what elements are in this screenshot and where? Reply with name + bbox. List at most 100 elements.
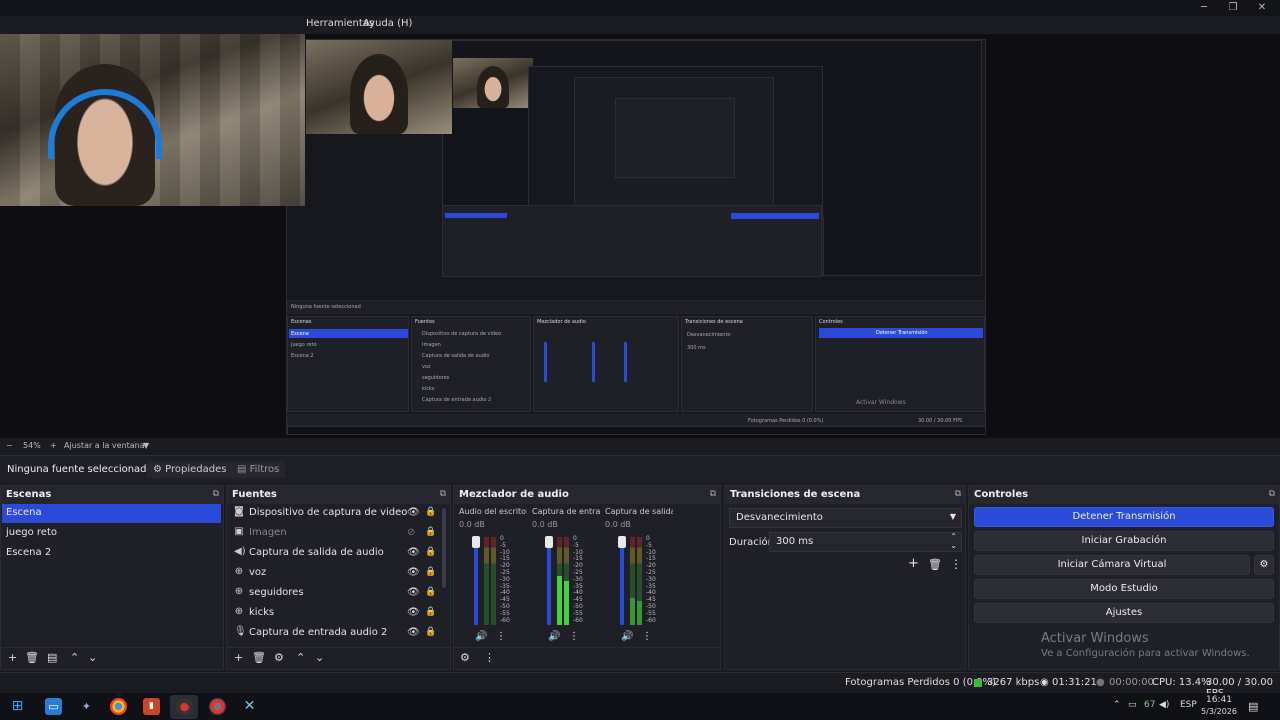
scene-item-escena[interactable]: Escena bbox=[2, 504, 221, 523]
chrome-icon[interactable] bbox=[110, 698, 127, 715]
chevron-down-icon[interactable]: ▼ bbox=[143, 441, 149, 450]
duration-input[interactable]: 300 ms ⌃ ⌄ bbox=[769, 532, 962, 552]
chevron-up-icon[interactable]: ⌃ bbox=[1113, 700, 1121, 710]
fader-knob[interactable] bbox=[545, 536, 553, 548]
camera-icon: ◙ bbox=[234, 506, 244, 517]
globe-icon: ⊕ bbox=[234, 566, 244, 577]
language[interactable]: ESP bbox=[1180, 700, 1197, 710]
fit-to-window[interactable]: Ajustar a la ventana bbox=[64, 441, 145, 450]
more-vertical-icon[interactable]: ⋮ bbox=[484, 651, 495, 664]
trash-icon[interactable]: 🗑 bbox=[928, 558, 942, 571]
source-item-capture-device[interactable]: ◙ Dispositivo de captura de video 👁 🔒 bbox=[228, 504, 444, 524]
add-source-icon[interactable]: + bbox=[234, 651, 243, 664]
lock-icon[interactable]: 🔒 bbox=[425, 507, 436, 517]
fader-knob[interactable] bbox=[472, 536, 480, 548]
eye-icon[interactable]: 👁 bbox=[407, 567, 420, 578]
menu-ayuda[interactable]: Ayuda (H) bbox=[363, 18, 412, 29]
notification-icon[interactable]: ▤ bbox=[1248, 700, 1258, 713]
float-icon[interactable]: ⧉ bbox=[440, 489, 446, 499]
volume-fader[interactable] bbox=[547, 541, 551, 625]
source-name: seguidores bbox=[249, 587, 304, 598]
move-up-icon[interactable]: ⌃ bbox=[296, 651, 305, 664]
filters-button[interactable]: ▤ Filtros bbox=[231, 461, 286, 478]
eye-icon[interactable]: 👁 bbox=[407, 507, 420, 518]
float-icon[interactable]: ⧉ bbox=[710, 489, 716, 499]
add-transition-icon[interactable]: + bbox=[908, 556, 919, 571]
battery-level: 67 bbox=[1144, 700, 1156, 710]
source-item-imagen[interactable]: ▣ Imagen ⊘ 🔒 bbox=[228, 524, 444, 544]
more-vertical-icon[interactable]: ⋮ bbox=[569, 631, 579, 642]
virtual-camera-settings-button[interactable]: ⚙ bbox=[1254, 555, 1274, 575]
close-icon[interactable]: ✕ bbox=[1253, 1, 1271, 14]
stop-streaming-button[interactable]: Detener Transmisión bbox=[974, 507, 1274, 527]
scene-item-escena-2[interactable]: Escena 2 bbox=[2, 544, 221, 563]
settings-button[interactable]: Ajustes bbox=[974, 603, 1274, 623]
zoom-in-icon[interactable]: + bbox=[50, 441, 57, 450]
float-icon[interactable]: ⧉ bbox=[213, 489, 219, 499]
filter-icon[interactable]: ▤ bbox=[47, 651, 57, 664]
speaker-icon[interactable]: 🔊 bbox=[475, 631, 487, 642]
clock-time[interactable]: 16:41 bbox=[1203, 695, 1235, 705]
gear-icon[interactable]: ⚙ bbox=[274, 651, 284, 664]
spinner-icon[interactable]: ⌃ ⌄ bbox=[950, 532, 957, 550]
preview-area[interactable]: Ninguna fuente seleccionad Escenas Escen… bbox=[0, 34, 1280, 438]
trash-icon[interactable]: 🗑 bbox=[25, 651, 39, 664]
float-icon[interactable]: ⧉ bbox=[1269, 489, 1275, 499]
move-up-icon[interactable]: ⌃ bbox=[70, 651, 79, 664]
move-down-icon[interactable]: ⌄ bbox=[315, 651, 324, 664]
start-recording-button[interactable]: Iniciar Grabación bbox=[974, 531, 1274, 551]
volume-fader[interactable] bbox=[620, 541, 624, 625]
duration-label: Duración bbox=[729, 537, 775, 548]
obs-icon[interactable]: ● bbox=[176, 698, 193, 715]
scene-item-juego-reto[interactable]: juego reto bbox=[2, 524, 221, 543]
clock-date[interactable]: 5/3/2026 bbox=[1199, 707, 1239, 716]
source-item-audio-output[interactable]: ◀) Captura de salida de audio 👁 🔒 bbox=[228, 544, 444, 564]
network-icon[interactable]: ▭ bbox=[1128, 700, 1137, 710]
eye-hidden-icon[interactable]: ⊘ bbox=[407, 527, 415, 538]
app-icon[interactable]: ✦ bbox=[78, 698, 95, 715]
source-item-audio-input-2[interactable]: 🎙 Captura de entrada audio 2 👁 🔒 bbox=[228, 624, 444, 644]
source-item-kicks[interactable]: ⊕ kicks 👁 🔒 bbox=[228, 604, 444, 624]
fader-knob[interactable] bbox=[618, 536, 626, 548]
properties-button[interactable]: ⚙ Propiedades bbox=[147, 461, 233, 478]
float-icon[interactable]: ⧉ bbox=[955, 489, 961, 499]
zoom-out-icon[interactable]: − bbox=[6, 441, 13, 450]
source-item-voz[interactable]: ⊕ voz 👁 🔒 bbox=[228, 564, 444, 584]
lock-icon[interactable]: 🔒 bbox=[425, 527, 436, 537]
maximize-icon[interactable]: ❐ bbox=[1224, 1, 1242, 14]
speaker-icon[interactable]: 🔊 bbox=[548, 631, 560, 642]
start-virtual-camera-button[interactable]: Iniciar Cámara Virtual bbox=[974, 555, 1250, 575]
app-icon[interactable]: ✕ bbox=[241, 698, 258, 715]
nested-docks-1 bbox=[442, 205, 822, 277]
move-down-icon[interactable]: ⌄ bbox=[88, 651, 97, 664]
file-explorer-icon[interactable]: ▭ bbox=[45, 698, 62, 715]
lock-icon[interactable]: 🔒 bbox=[425, 607, 436, 617]
lock-icon[interactable]: 🔒 bbox=[425, 627, 436, 637]
bitrate-indicator bbox=[974, 679, 982, 687]
source-name: Dispositivo de captura de video bbox=[249, 507, 408, 518]
eye-icon[interactable]: 👁 bbox=[407, 627, 420, 638]
studio-mode-button[interactable]: Modo Estudio bbox=[974, 579, 1274, 599]
lock-icon[interactable]: 🔒 bbox=[425, 547, 436, 557]
windows-start-icon[interactable]: ⊞ bbox=[9, 698, 26, 715]
obs-recording-icon[interactable] bbox=[209, 698, 226, 715]
transition-select[interactable]: Desvanecimiento ▼ bbox=[729, 508, 962, 528]
trash-icon[interactable]: 🗑 bbox=[252, 651, 266, 664]
eye-icon[interactable]: 👁 bbox=[407, 547, 420, 558]
add-scene-icon[interactable]: + bbox=[8, 651, 17, 664]
advanced-audio-icon[interactable]: ⚙ bbox=[460, 651, 470, 664]
more-vertical-icon[interactable]: ⋮ bbox=[642, 631, 652, 642]
volume-fader[interactable] bbox=[474, 541, 478, 625]
more-vertical-icon[interactable]: ⋮ bbox=[496, 631, 506, 642]
eye-icon[interactable]: 👁 bbox=[407, 607, 420, 618]
speaker-icon[interactable]: 🔊 bbox=[621, 631, 633, 642]
app-icon[interactable]: ▮ bbox=[143, 698, 160, 715]
more-vertical-icon[interactable]: ⋮ bbox=[950, 557, 962, 571]
lock-icon[interactable]: 🔒 bbox=[425, 567, 436, 577]
minimize-icon[interactable]: ─ bbox=[1195, 1, 1213, 14]
eye-icon[interactable]: 👁 bbox=[407, 587, 420, 598]
lock-icon[interactable]: 🔒 bbox=[425, 587, 436, 597]
source-item-seguidores[interactable]: ⊕ seguidores 👁 🔒 bbox=[228, 584, 444, 604]
scale-tick: -60 bbox=[500, 616, 510, 624]
volume-icon[interactable]: ◀) bbox=[1159, 700, 1169, 710]
